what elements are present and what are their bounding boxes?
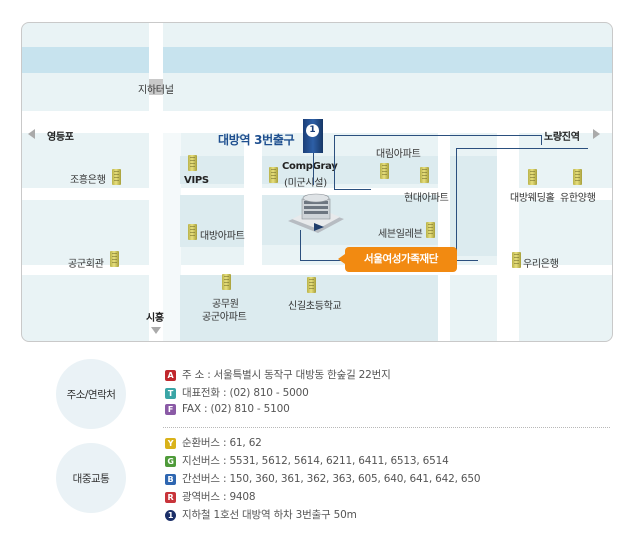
contact-section-title: 주소/연락처 — [56, 359, 126, 429]
arrow-left-icon — [28, 129, 35, 139]
info-row: F FAX : (02) 810 - 5100 — [165, 403, 290, 415]
route-line — [334, 189, 371, 190]
route-line — [478, 148, 588, 149]
building-icon — [426, 222, 435, 238]
route-line — [334, 135, 372, 190]
info-badge-icon: G — [165, 455, 176, 467]
building-icon — [528, 169, 537, 185]
daebang-apt-label: 대방아파트 — [200, 231, 245, 242]
foundation-label: 서울여성가족재단 — [363, 253, 439, 265]
building-icon — [512, 252, 521, 268]
info-badge-icon: T — [165, 387, 176, 399]
building-icon — [573, 169, 582, 185]
yuhan-label: 유한양행 — [560, 193, 596, 204]
foundation-callout: 서울여성가족재단 — [338, 247, 457, 272]
compgray-label: CompGray — [282, 161, 338, 172]
info-badge-icon: B — [165, 473, 176, 485]
arrow-down-icon — [151, 327, 161, 334]
compgray-sub-label: (미군시설) — [284, 178, 327, 189]
siheung-label: 시흥 — [146, 313, 164, 324]
info-text: FAX : (02) 810 - 5100 — [182, 403, 290, 415]
info-badge-icon: R — [165, 491, 176, 503]
arrow-right-icon — [593, 129, 600, 139]
contact-title-text: 주소/연락처 — [66, 388, 116, 401]
info-row: B 간선버스 : 150, 360, 361, 362, 363, 605, 64… — [165, 471, 481, 486]
info-row: G 지선버스 : 5531, 5612, 5614, 6211, 6411, 65… — [165, 453, 449, 468]
foundation-building-icon — [284, 191, 348, 235]
building-icon — [188, 155, 197, 171]
info-text: 간선버스 : 150, 360, 361, 362, 363, 605, 640… — [182, 473, 481, 485]
route-line — [313, 153, 314, 185]
transit-section-title: 대중교통 — [56, 443, 126, 513]
building-icon — [380, 163, 389, 179]
daebang-wedding-label: 대방웨딩홀 — [510, 193, 555, 204]
vips-label: VIPS — [184, 175, 209, 186]
info-row: A 주 소 : 서울특별시 동작구 대방동 한숲길 22번지 — [165, 367, 391, 382]
info-text: 광역버스 : 9408 — [182, 491, 256, 503]
info-row: Y 순환버스 : 61, 62 — [165, 435, 262, 450]
road-vertical-5 — [497, 133, 519, 341]
info-badge-icon: A — [165, 369, 176, 381]
route-line — [371, 135, 541, 136]
public-apt-label-2: 공군아파트 — [202, 312, 247, 323]
info-text: 주 소 : 서울특별시 동작구 대방동 한숲길 22번지 — [182, 369, 391, 381]
noryangjin-label: 노량진역 — [544, 132, 580, 143]
info-text: 대표전화 : (02) 810 - 5000 — [182, 387, 309, 399]
building-icon — [420, 167, 429, 183]
info-text: 순환버스 : 61, 62 — [182, 437, 262, 449]
route-line — [456, 148, 479, 261]
route-line — [541, 135, 542, 145]
building-icon — [110, 251, 119, 267]
info-badge-icon: Y — [165, 437, 176, 449]
route-line — [456, 260, 478, 261]
info-badge-icon: F — [165, 403, 176, 415]
road-vertical-4 — [438, 133, 450, 341]
section-divider — [163, 427, 610, 428]
subway-exit-icon: 1 — [303, 119, 323, 153]
building-icon — [112, 169, 121, 185]
callout-pointer-icon — [338, 254, 345, 264]
yeongdeungpo-label: 영등포 — [47, 132, 74, 143]
building-icon — [269, 167, 278, 183]
transit-title-text: 대중교통 — [72, 472, 110, 485]
location-map: 지하터널 영등포 노량진역 시흥 대방역 3번출구 1 CompGray (미군… — [21, 22, 613, 342]
building-icon — [307, 277, 316, 293]
info-row: T 대표전화 : (02) 810 - 5000 — [165, 385, 309, 400]
gonggun-label: 공군회관 — [68, 259, 104, 270]
info-badge-icon: 1 — [165, 509, 176, 521]
tunnel-label: 지하터널 — [138, 85, 174, 96]
road-vertical-2 — [163, 133, 181, 341]
chohung-label: 조흥은행 — [70, 175, 106, 186]
woori-label: 우리은행 — [523, 259, 559, 270]
daebang-exit-label: 대방역 3번출구 — [218, 133, 295, 147]
info-row: 1 지하철 1호선 대방역 하차 3번출구 50m — [165, 507, 357, 522]
building-icon — [188, 224, 197, 240]
river-band — [22, 47, 612, 73]
hyundai-apt-label: 현대아파트 — [404, 193, 449, 204]
daerim-apt-label: 대림아파트 — [376, 149, 421, 160]
building-icon — [222, 274, 231, 290]
exit-number-badge: 1 — [306, 124, 319, 137]
seven-eleven-label: 세븐일레븐 — [378, 229, 423, 240]
info-row: R 광역버스 : 9408 — [165, 489, 256, 504]
main-road-vertical — [149, 23, 163, 341]
info-text: 지선버스 : 5531, 5612, 5614, 6211, 6411, 651… — [182, 455, 449, 467]
singil-school-label: 신길초등학교 — [288, 301, 342, 312]
info-text: 지하철 1호선 대방역 하차 3번출구 50m — [182, 509, 357, 521]
